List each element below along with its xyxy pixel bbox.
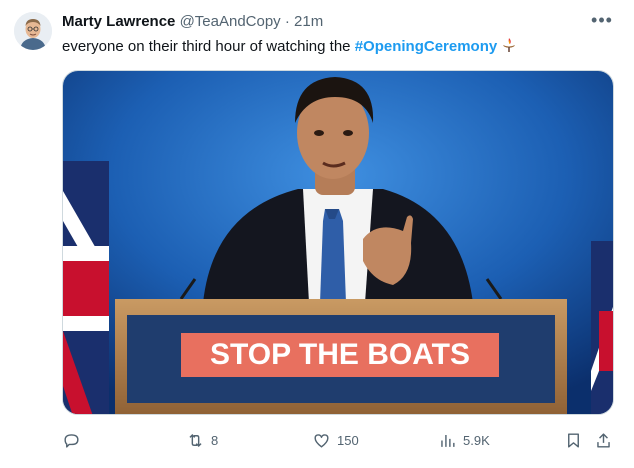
- views-button[interactable]: 5.9K: [438, 431, 490, 450]
- more-options-icon[interactable]: •••: [590, 11, 614, 32]
- repost-count: 8: [211, 432, 219, 448]
- tweet-timestamp[interactable]: 21m: [294, 13, 323, 30]
- union-flag-right: [591, 241, 613, 414]
- author-name[interactable]: Marty Lawrence: [62, 13, 175, 30]
- tweet-header: Marty Lawrence @TeaAndCopy · 21m: [62, 12, 594, 32]
- tweet-text: everyone on their third hour of watching…: [62, 36, 614, 60]
- reply-button[interactable]: [62, 431, 87, 450]
- hashtag-link[interactable]: #OpeningCeremony: [355, 38, 498, 55]
- analytics-bar-icon: [441, 434, 455, 447]
- bookmark-icon: [568, 432, 579, 448]
- press-conference-photo: STOP THE BOATS: [63, 71, 613, 414]
- avatar[interactable]: [14, 12, 52, 50]
- tweet-card[interactable]: Marty Lawrence @TeaAndCopy · 21m ••• eve…: [0, 0, 634, 468]
- repost-button[interactable]: 8: [186, 431, 218, 450]
- tweet-text-body: everyone on their third hour of watching…: [62, 38, 355, 55]
- olympic-torch-icon: [500, 36, 518, 60]
- like-button[interactable]: 150: [312, 431, 359, 450]
- repost-icon: [189, 433, 202, 447]
- like-count: 150: [337, 432, 359, 448]
- podium-sign-text: STOP THE BOATS: [210, 338, 470, 371]
- share-icon: [597, 432, 610, 448]
- share-button[interactable]: [594, 431, 613, 450]
- avatar-cartoon-icon: [14, 12, 52, 50]
- tweet-actions-bar: 8 150 5.9K: [62, 428, 622, 452]
- reply-icon: [64, 433, 79, 448]
- author-handle[interactable]: @TeaAndCopy: [180, 13, 281, 30]
- union-flag-left: [63, 161, 109, 414]
- bookmark-button[interactable]: [564, 431, 583, 450]
- header-separator: ·: [284, 13, 290, 30]
- tweet-media-photo[interactable]: STOP THE BOATS: [62, 70, 614, 415]
- heart-icon: [314, 433, 329, 448]
- views-count: 5.9K: [463, 432, 490, 448]
